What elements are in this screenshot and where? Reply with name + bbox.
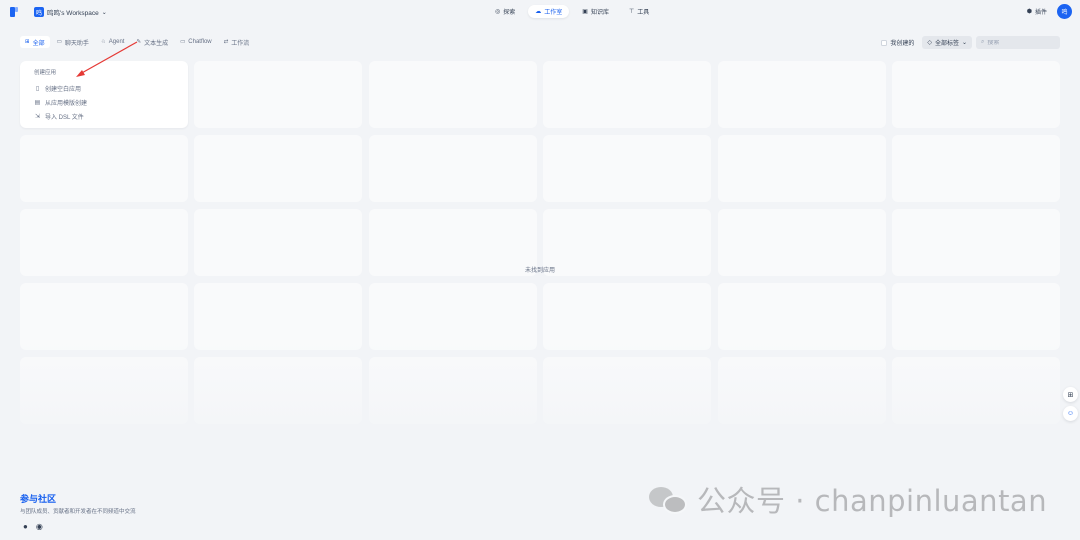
placeholder-card: [891, 357, 1060, 424]
create-item-label: 从应用模版创建: [45, 100, 88, 107]
workspace-avatar: 鸣: [34, 7, 44, 17]
tab-workflow[interactable]: ⇄ 工作流: [219, 36, 255, 48]
placeholder-card: [368, 283, 537, 350]
tab-label: 工作流: [231, 40, 250, 47]
app-logo[interactable]: [10, 6, 20, 18]
apps-grid-icon[interactable]: ⊞: [1063, 387, 1078, 402]
placeholder-card: [368, 61, 537, 128]
nav-label: 探索: [503, 10, 516, 16]
create-app-card: 创建应用 ▯ 创建空白应用 ▤ 从应用模版创建 ⇲ 导入 DSL 文件: [20, 61, 188, 128]
file-icon: ▯: [35, 85, 40, 92]
placeholder-card: [368, 357, 537, 424]
chatflow-icon: ▭: [180, 39, 186, 45]
search-input[interactable]: [987, 39, 1048, 46]
watermark-text: 公众号 · chanpinluantan: [697, 484, 1048, 518]
placeholder-card: [717, 357, 886, 424]
compass-icon: ◎: [495, 9, 501, 15]
nav-label: 工具: [637, 10, 650, 16]
placeholder-card: [368, 135, 537, 202]
create-from-template-button[interactable]: ▤ 从应用模版创建: [34, 95, 174, 109]
wechat-logo-icon: [647, 483, 689, 515]
placeholder-card: [543, 135, 712, 202]
create-app-title: 创建应用: [34, 70, 57, 76]
community-title: 参与社区: [20, 494, 57, 504]
nav-label: 工作室: [544, 10, 563, 16]
nav-label: 知识库: [590, 10, 609, 16]
placeholder-card: [20, 283, 188, 350]
agent-icon: ♘: [100, 39, 106, 45]
placeholder-card: [194, 283, 363, 350]
nav-studio[interactable]: ☁ 工作室: [528, 5, 570, 18]
tab-label: 全部: [32, 40, 45, 47]
plugin-icon: ⬢: [1026, 9, 1032, 15]
chat-icon: ▭: [56, 39, 62, 45]
create-item-label: 创建空白应用: [45, 86, 82, 93]
placeholder-card: [194, 135, 363, 202]
wechat-watermark: 公众号 · chanpinluantan: [647, 478, 1047, 520]
main-nav: ◎ 探索 ☁ 工作室 ▣ 知识库 ⊤ 工具: [488, 5, 656, 18]
cloud-icon: ☁: [535, 9, 542, 15]
plugin-button[interactable]: ⬢ 插件: [1027, 7, 1047, 16]
edit-icon: ✎: [136, 39, 142, 45]
placeholder-card: [717, 283, 886, 350]
placeholder-card: [543, 283, 712, 350]
placeholder-card: [891, 135, 1060, 202]
plugin-label: 插件: [1034, 10, 1047, 16]
placeholder-card: [717, 61, 886, 128]
chevron-down-icon: ⌄: [101, 9, 107, 16]
empty-state-message: 未找到应用: [524, 268, 555, 274]
placeholder-card: [20, 357, 188, 424]
tab-label: Chatflow: [188, 39, 212, 45]
created-by-me-checkbox[interactable]: [881, 39, 888, 46]
created-by-me-filter[interactable]: 我创建的: [881, 38, 914, 47]
tab-chatflow[interactable]: ▭ Chatflow: [175, 36, 217, 48]
workspace-name: 鸣鸣's Workspace: [47, 10, 99, 17]
template-icon: ▤: [34, 99, 41, 106]
community-section: 参与社区 与团队成员、贡献者和开发者在不同频道中交流 ● ◉: [20, 492, 136, 531]
tab-label: 聊天助手: [64, 40, 89, 47]
chatbot-icon[interactable]: ☺: [1063, 406, 1078, 421]
import-icon: ⇲: [34, 113, 41, 120]
tab-label: Agent: [108, 39, 125, 45]
placeholder-card: [891, 61, 1060, 128]
app-type-tabs: ⊞ 全部 ▭ 聊天助手 ♘ Agent ✎ 文本生成 ▭ Chatflow ⇄ …: [20, 36, 254, 48]
created-by-me-label: 我创建的: [890, 41, 915, 47]
create-item-label: 导入 DSL 文件: [45, 114, 84, 121]
placeholder-card: [194, 61, 363, 128]
placeholder-card: [717, 135, 886, 202]
app-grid: 创建应用 ▯ 创建空白应用 ▤ 从应用模版创建 ⇲ 导入 DSL 文件: [20, 61, 1060, 424]
tab-text-generation[interactable]: ✎ 文本生成: [131, 36, 173, 48]
tab-agent[interactable]: ♘ Agent: [96, 36, 130, 48]
placeholder-card: [891, 283, 1060, 350]
grid-icon: ⊞: [25, 39, 30, 45]
discord-icon[interactable]: ◉: [36, 522, 43, 531]
nav-explore[interactable]: ◎ 探索: [488, 5, 522, 18]
placeholder-card: [543, 61, 712, 128]
tab-label: 文本生成: [144, 40, 169, 47]
placeholder-card: [543, 357, 712, 424]
tag-icon: ◇: [927, 40, 932, 46]
search-box[interactable]: ⌕: [976, 36, 1060, 49]
import-dsl-button[interactable]: ⇲ 导入 DSL 文件: [34, 109, 174, 123]
nav-tools[interactable]: ⊤ 工具: [622, 5, 656, 18]
github-icon[interactable]: ●: [23, 522, 28, 531]
placeholder-card: [20, 135, 188, 202]
book-icon: ▣: [582, 9, 588, 15]
top-bar: 鸣 鸣鸣's Workspace ⌄ ◎ 探索 ☁ 工作室 ▣ 知识库 ⊤ 工具…: [0, 0, 1080, 24]
nav-knowledge[interactable]: ▣ 知识库: [575, 5, 616, 18]
create-blank-app-button[interactable]: ▯ 创建空白应用: [34, 81, 174, 95]
placeholder-card: [194, 357, 363, 424]
chevron-down-icon: ⌄: [961, 40, 967, 46]
tool-icon: ⊤: [628, 9, 635, 15]
tag-filter-label: 全部标签: [934, 41, 959, 47]
user-avatar[interactable]: 鸣: [1057, 4, 1072, 19]
tag-filter-select[interactable]: ◇ 全部标签 ⌄: [922, 36, 972, 49]
search-icon: ⌕: [981, 39, 985, 45]
tab-chat-assistant[interactable]: ▭ 聊天助手: [52, 36, 94, 48]
community-description: 与团队成员、贡献者和开发者在不同频道中交流: [20, 509, 136, 515]
workflow-icon: ⇄: [223, 39, 229, 45]
workspace-switcher[interactable]: 鸣 鸣鸣's Workspace ⌄: [34, 7, 107, 17]
tab-all[interactable]: ⊞ 全部: [20, 36, 50, 48]
